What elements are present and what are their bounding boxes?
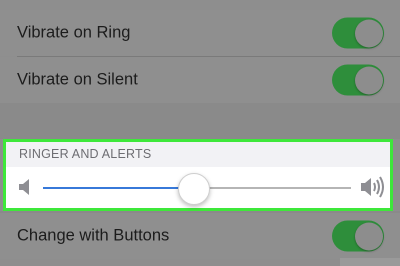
vibrate-on-silent-toggle[interactable] xyxy=(332,64,384,96)
vibrate-on-ring-toggle[interactable] xyxy=(332,17,384,49)
ringer-and-alerts-header: RINGER AND ALERTS xyxy=(19,147,152,161)
change-with-buttons-toggle[interactable] xyxy=(332,220,384,252)
vibrate-on-ring-row: Vibrate on Ring xyxy=(0,10,400,56)
slider-track-filled xyxy=(43,187,194,189)
change-with-buttons-row: Change with Buttons xyxy=(0,213,400,259)
speaker-high-icon xyxy=(360,175,386,204)
slider-track-empty xyxy=(193,187,351,189)
toggle-knob xyxy=(354,66,383,94)
toggle-knob xyxy=(354,19,383,47)
vibrate-on-silent-label: Vibrate on Silent xyxy=(17,70,138,89)
toggle-knob xyxy=(354,222,383,250)
change-with-buttons-label: Change with Buttons xyxy=(17,226,170,245)
ringer-and-alerts-section: RINGER AND ALERTS xyxy=(3,139,393,211)
vibrate-on-silent-row: Vibrate on Silent xyxy=(0,57,400,103)
section-gap xyxy=(0,103,400,139)
speaker-low-icon xyxy=(18,177,32,202)
vibrate-on-ring-label: Vibrate on Ring xyxy=(17,23,131,42)
ringer-volume-slider[interactable] xyxy=(6,167,390,208)
slider-thumb[interactable] xyxy=(177,173,210,205)
bottom-edge-strip xyxy=(340,258,400,266)
